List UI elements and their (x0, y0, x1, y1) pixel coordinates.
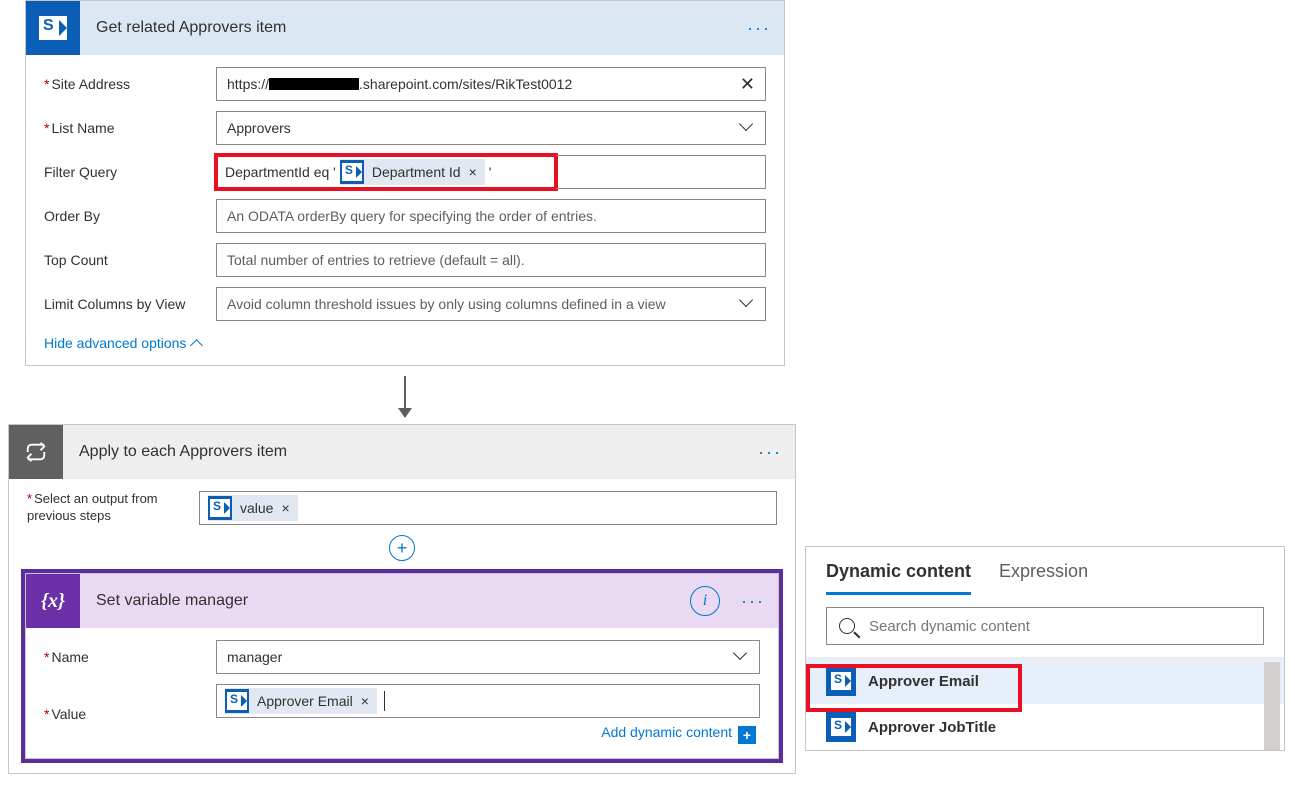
flow-connector (25, 370, 785, 424)
limit-columns-label: Limit Columns by View (44, 296, 185, 312)
select-output-label: Select an output from previous steps (27, 491, 158, 523)
add-action-button[interactable]: + (389, 535, 415, 561)
sharepoint-icon (208, 496, 232, 520)
chevron-up-icon (186, 335, 201, 351)
filter-query-label: Filter Query (44, 164, 117, 180)
sharepoint-icon (26, 1, 80, 55)
action-card-get-items: Get related Approvers item ··· Site Addr… (25, 0, 785, 366)
limit-columns-select[interactable]: Avoid column threshold issues by only us… (216, 287, 766, 321)
sharepoint-icon (225, 689, 249, 713)
sharepoint-icon (826, 712, 856, 742)
dynamic-item-approver-email[interactable]: Approver Email (806, 658, 1284, 704)
card-menu-ellipsis[interactable]: ··· (734, 18, 784, 39)
name-select[interactable]: manager (216, 640, 760, 674)
site-address-input[interactable]: https://.sharepoint.com/sites/RikTest001… (216, 67, 766, 101)
value-input[interactable]: Approver Email × (216, 684, 760, 718)
dynamic-content-panel: Dynamic content Expression Approver Emai… (805, 546, 1285, 751)
redacted-text (269, 78, 359, 90)
tab-dynamic-content[interactable]: Dynamic content (826, 561, 971, 595)
sharepoint-icon (826, 666, 856, 696)
info-icon[interactable]: i (690, 586, 720, 616)
chevron-down-icon[interactable] (735, 650, 749, 664)
card-header[interactable]: Get related Approvers item ··· (26, 1, 784, 55)
add-dynamic-content-link[interactable]: Add dynamic content+ (601, 724, 756, 740)
search-icon (839, 618, 855, 634)
token-remove-icon[interactable]: × (281, 500, 289, 516)
list-name-select[interactable]: Approvers (216, 111, 766, 145)
text-cursor (384, 691, 385, 711)
card-header[interactable]: {x} Set variable manager i ··· (26, 574, 778, 628)
site-address-label: Site Address (51, 76, 130, 92)
scrollbar[interactable] (1264, 662, 1280, 750)
hide-advanced-link[interactable]: Hide advanced options (44, 335, 201, 351)
chevron-down-icon[interactable] (741, 121, 755, 135)
order-by-input[interactable]: An ODATA orderBy query for specifying th… (216, 199, 766, 233)
dynamic-token-approver-email[interactable]: Approver Email × (225, 688, 377, 714)
top-count-input[interactable]: Total number of entries to retrieve (def… (216, 243, 766, 277)
action-card-set-variable: {x} Set variable manager i ··· Name mana… (25, 573, 779, 759)
card-title: Set variable manager (80, 592, 690, 610)
tab-expression[interactable]: Expression (999, 561, 1088, 595)
card-menu-ellipsis[interactable]: ··· (728, 591, 778, 612)
list-name-label: List Name (51, 120, 114, 136)
search-input[interactable] (867, 617, 1251, 636)
sharepoint-icon (340, 160, 364, 184)
plus-icon: + (738, 726, 756, 744)
token-remove-icon[interactable]: × (361, 693, 369, 709)
select-output-input[interactable]: value × (199, 491, 777, 525)
order-by-label: Order By (44, 208, 100, 224)
dynamic-token-department-id[interactable]: Department Id × (340, 159, 485, 185)
dynamic-token-value[interactable]: value × (208, 495, 298, 521)
dynamic-item-approver-jobtitle[interactable]: Approver JobTitle (806, 704, 1284, 750)
filter-query-input[interactable]: DepartmentId eq ' Department Id × ' (216, 155, 556, 189)
clear-icon[interactable]: ✕ (740, 74, 755, 95)
action-card-apply-to-each: Apply to each Approvers item ··· Select … (8, 424, 796, 774)
chevron-down-icon[interactable] (741, 297, 755, 311)
top-count-label: Top Count (44, 252, 108, 268)
loop-icon (9, 425, 63, 479)
token-remove-icon[interactable]: × (469, 164, 477, 180)
card-header[interactable]: Apply to each Approvers item ··· (9, 425, 795, 479)
variable-icon: {x} (26, 574, 80, 628)
value-label: Value (51, 706, 86, 722)
name-label: Name (51, 649, 88, 665)
card-menu-ellipsis[interactable]: ··· (745, 442, 795, 463)
search-input-container[interactable] (826, 607, 1264, 645)
card-title: Apply to each Approvers item (63, 443, 745, 461)
card-title: Get related Approvers item (80, 19, 734, 37)
